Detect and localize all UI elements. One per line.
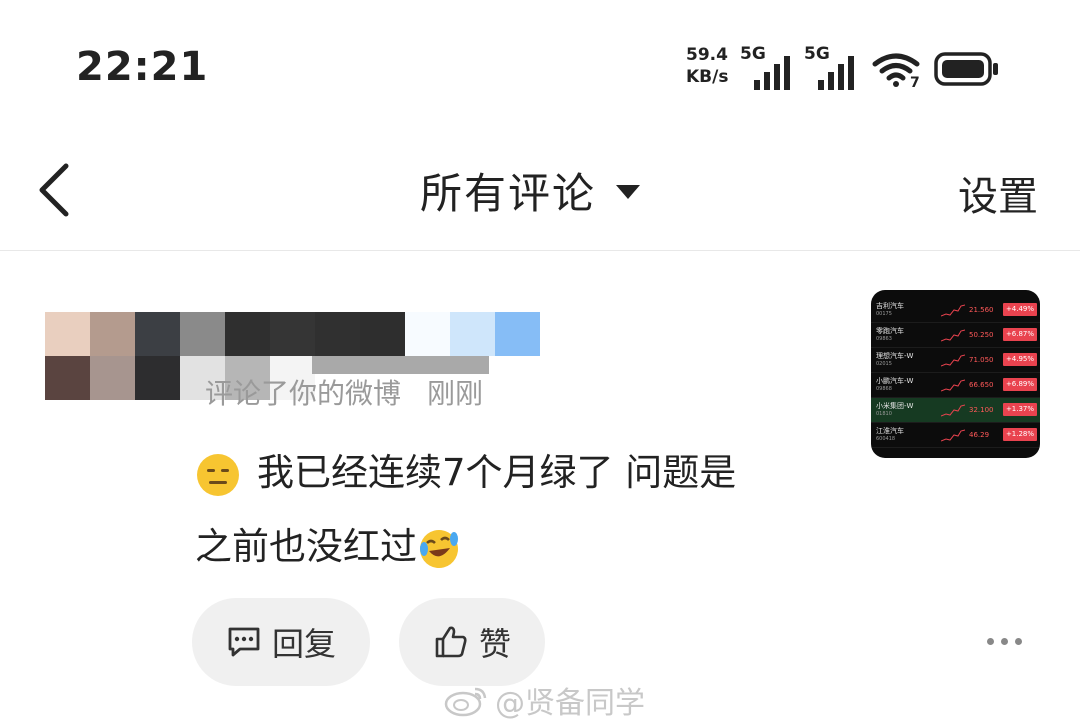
page-title: 所有评论 <box>420 168 597 218</box>
reply-label: 回复 <box>271 625 336 663</box>
signal-bars-icon <box>754 56 790 90</box>
mosaic-cell <box>90 312 135 356</box>
stock-name: 江淮汽车 <box>876 427 904 435</box>
meta-action: 评论了你的微博 <box>205 377 402 410</box>
stock-code: 00175 <box>876 311 892 317</box>
caret-down-icon <box>616 185 641 199</box>
comment-line-2: 之前也没红过 <box>195 525 417 568</box>
stock-code: 600418 <box>876 436 896 442</box>
sparkline <box>941 429 965 442</box>
like-button[interactable]: 赞 <box>399 598 545 686</box>
comment-text: 我已经连续7个月绿了 问题是 之前也没红过 <box>195 436 835 584</box>
stock-name: 小米集团-W <box>876 402 914 410</box>
wifi-icon: 7 <box>872 52 924 92</box>
wifi-badge: 7 <box>910 75 920 88</box>
reply-button[interactable]: 回复 <box>192 598 370 686</box>
nav-bar: 所有评论 设置 <box>0 130 1080 251</box>
weibo-logo-icon <box>444 687 487 717</box>
battery-icon <box>934 52 1000 90</box>
stock-row: 吉利汽车 00175 21.560 +4.49% <box>871 298 1040 323</box>
meta-time: 刚刚 <box>427 377 484 410</box>
stock-price: 46.29 <box>969 431 990 439</box>
stock-name: 吉利汽车 <box>876 302 904 310</box>
mosaic-cell <box>450 312 495 356</box>
stock-name: 零跑汽车 <box>876 327 904 335</box>
stock-row: 小鹏汽车-W 09868 66.650 +6.89% <box>871 373 1040 398</box>
mosaic-cell <box>405 312 450 356</box>
mosaic-cell <box>495 312 540 356</box>
stock-row: 零跑汽车 09863 50.250 +6.87% <box>871 323 1040 348</box>
status-bar: 22:21 59.4 KB/s 5G 5G 7 <box>0 0 1080 130</box>
more-dots-icon <box>987 638 994 645</box>
stock-code: 01810 <box>876 411 892 417</box>
stock-code: 09868 <box>876 386 892 392</box>
sparkline <box>941 404 965 417</box>
stock-code: 02015 <box>876 361 892 367</box>
comment-line-1: 我已经连续7个月绿了 问题是 <box>257 451 737 494</box>
mosaic-cell <box>270 312 315 356</box>
back-button[interactable] <box>30 160 80 220</box>
net-speed-unit: KB/s <box>686 67 729 87</box>
mosaic-cell <box>180 312 225 356</box>
stock-change: +6.87% <box>1003 328 1037 341</box>
stock-name: 小鹏汽车-W <box>876 377 914 385</box>
comment-bubble-icon <box>228 627 260 657</box>
stock-row: 小米集团-W 01810 32.100 +1.37% <box>871 398 1040 423</box>
sparkline <box>941 329 965 342</box>
expressionless-emoji-icon <box>197 453 239 496</box>
more-dots-icon <box>1001 638 1008 645</box>
net-speed: 59.4 KB/s <box>686 44 728 88</box>
laughing-crying-emoji-icon <box>420 529 458 568</box>
more-options-button[interactable] <box>985 628 1025 656</box>
sparkline <box>941 304 965 317</box>
thumbs-up-icon <box>435 626 467 658</box>
mosaic-cell <box>225 312 270 356</box>
settings-button[interactable]: 设置 <box>958 164 1038 222</box>
stock-price: 50.250 <box>969 331 994 339</box>
stock-change: +4.95% <box>1003 353 1037 366</box>
mosaic-cell <box>45 356 90 400</box>
mosaic-cell <box>90 356 135 400</box>
stock-name: 理想汽车-W <box>876 352 914 360</box>
net-speed-value: 59.4 <box>686 45 728 65</box>
stock-change: +4.49% <box>1003 303 1037 316</box>
watermark: @贤备同学 <box>443 678 645 722</box>
comment-meta: 评论了你的微博 刚刚 <box>205 372 483 412</box>
stock-change: +1.28% <box>1003 428 1037 441</box>
mosaic-cell <box>360 312 405 356</box>
like-label: 赞 <box>478 625 511 663</box>
watermark-text: @贤备同学 <box>495 686 645 721</box>
comment-filter-dropdown[interactable]: 所有评论 <box>420 160 642 220</box>
mosaic-cell <box>135 312 180 356</box>
clock: 22:21 <box>76 44 209 90</box>
stock-code: 09863 <box>876 336 892 342</box>
stock-row: 江淮汽车 600418 46.29 +1.28% <box>871 423 1040 448</box>
mosaic-cell <box>315 312 360 356</box>
mosaic-cell <box>45 312 90 356</box>
signal-bars-icon <box>818 56 854 90</box>
stock-price: 71.050 <box>969 356 994 364</box>
sparkline <box>941 354 965 367</box>
weibo-post-thumbnail[interactable]: 吉利汽车 00175 21.560 +4.49% 零跑汽车 09863 50.250 +6.8… <box>871 290 1040 458</box>
more-dots-icon <box>1015 638 1022 645</box>
stock-change: +1.37% <box>1003 403 1037 416</box>
stock-price: 21.560 <box>969 306 994 314</box>
sparkline <box>941 379 965 392</box>
stock-row: 理想汽车-W 02015 71.050 +4.95% <box>871 348 1040 373</box>
stock-price: 66.650 <box>969 381 994 389</box>
mosaic-cell <box>135 356 180 400</box>
chevron-left-icon <box>39 163 69 217</box>
stock-change: +6.89% <box>1003 378 1037 391</box>
stock-price: 32.100 <box>969 406 994 414</box>
